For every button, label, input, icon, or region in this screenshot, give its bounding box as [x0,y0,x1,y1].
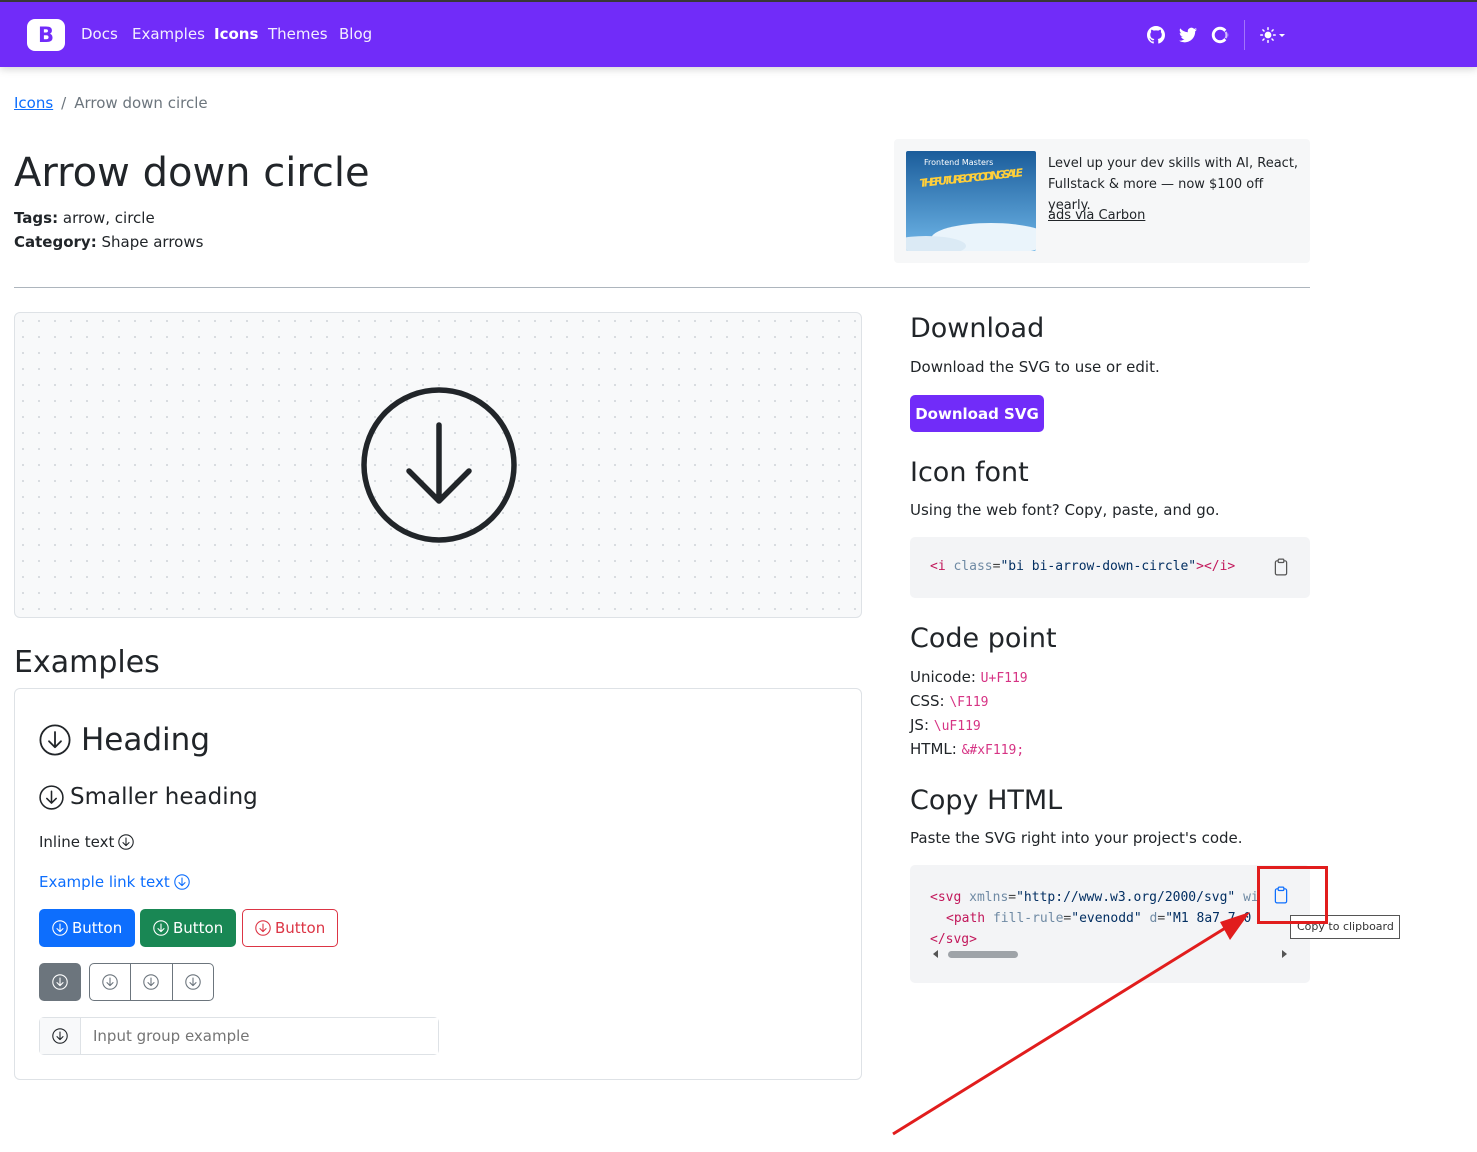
example-smaller-heading-text: Smaller heading [70,784,258,810]
nav-examples[interactable]: Examples [132,25,205,43]
arrow-down-circle-icon [143,974,160,990]
arrow-down-circle-icon [255,920,271,936]
download-text: Download the SVG to use or edit. [910,358,1160,376]
code-point-title: Code point [910,623,1057,654]
bootstrap-logo[interactable]: B [27,19,65,51]
nav-themes[interactable]: Themes [268,25,328,43]
category-value: Shape arrows [101,233,204,251]
examples-title: Examples [14,645,160,680]
input-group-addon [40,1018,81,1054]
code-point-label: HTML: [910,740,957,758]
code-point-label: CSS: [910,692,945,710]
example-primary-button[interactable]: Button [39,909,136,947]
button-group-item[interactable] [173,964,213,1000]
breadcrumb-separator: / [61,94,67,112]
example-smaller-heading: Smaller heading [39,784,258,810]
arrow-down-circle-icon [52,1028,68,1044]
example-danger-button[interactable]: Button [242,909,339,947]
theme-toggle-sun-icon[interactable] [1260,26,1286,44]
code-point-unicode: Unicode: U+F119 [910,668,1028,686]
code-point-value: \uF119 [933,719,981,734]
download-title: Download [910,313,1045,344]
code-attr: class [953,559,993,574]
page-title: Arrow down circle [14,150,370,196]
examples-panel: Heading Smaller heading Inline text Exam… [14,688,862,1080]
arrow-down-circle-icon [174,874,190,890]
example-button-group [89,963,214,1001]
tags-label: Tags: [14,209,59,227]
button-label: Button [173,919,224,937]
example-heading-text: Heading [81,722,210,758]
button-label: Button [72,919,123,937]
example-inline-text-label: Inline text [39,833,115,851]
arrow-down-circle-icon [361,387,517,543]
clipboard-icon[interactable] [1272,557,1290,577]
button-group-item[interactable] [131,964,173,1000]
example-input[interactable] [81,1018,438,1054]
tags-value: arrow, circle [62,209,155,227]
icon-font-code-line: <i class="bi bi-arrow-down-circle"></i> [930,559,1236,574]
arrow-down-circle-icon [39,784,64,810]
nav-blog[interactable]: Blog [339,25,372,43]
ad-image[interactable]: Frontend Masters THE FUTURE OF CODING SA… [906,151,1036,251]
arrow-down-circle-icon [102,974,118,990]
example-icon-button[interactable] [39,963,81,1001]
code-point-css: CSS: \F119 [910,692,989,710]
breadcrumb-current: Arrow down circle [74,94,208,112]
arrow-down-circle-icon [39,724,71,756]
navbar-divider [1244,20,1245,50]
ad-image-brand: Frontend Masters [924,158,993,167]
example-link[interactable]: Example link text [39,873,190,891]
example-link-text[interactable]: Example link text [39,873,170,891]
example-input-group [39,1017,439,1055]
arrow-down-circle-icon [52,974,68,990]
code-point-html: HTML: &#xF119; [910,740,1024,758]
annotation-highlight-box [1257,866,1328,924]
section-divider [14,287,1310,288]
category-label: Category: [14,233,97,251]
code-tag-close: ></i> [1196,559,1236,574]
button-group-item[interactable] [90,964,132,1000]
tags-row: Tags: arrow, circle [14,209,155,227]
github-icon[interactable] [1147,26,1165,44]
code-point-label: Unicode: [910,668,976,686]
scroll-right-arrow-icon[interactable] [1280,950,1288,958]
code-value: "bi bi-arrow-down-circle" [1000,559,1197,574]
breadcrumb-icons-link[interactable]: Icons [14,94,53,112]
ads-via-carbon-link[interactable]: ads via Carbon [1048,208,1145,223]
code-point-js: JS: \uF119 [910,716,981,734]
code-point-label: JS: [910,716,929,734]
ad-text[interactable]: Level up your dev skills with AI, React,… [1048,153,1306,216]
example-heading: Heading [39,722,210,758]
download-svg-button[interactable]: Download SVG [910,395,1044,432]
carbon-ad[interactable]: Frontend Masters THE FUTURE OF CODING SA… [894,139,1310,263]
nav-icons[interactable]: Icons [214,25,258,43]
code-point-value: U+F119 [980,671,1028,686]
button-label: Button [275,919,326,937]
navbar: B Docs Examples Icons Themes Blog [0,2,1477,67]
arrow-down-circle-icon [52,920,68,936]
icon-font-title: Icon font [910,457,1029,488]
copy-html-text: Paste the SVG right into your project's … [910,829,1243,847]
category-row: Category: Shape arrows [14,233,203,251]
nav-docs[interactable]: Docs [81,25,118,43]
icon-font-code: <i class="bi bi-arrow-down-circle"></i> [910,537,1310,598]
arrow-down-circle-icon [185,974,201,990]
example-inline-text: Inline text [39,833,135,851]
arrow-down-circle-icon [153,920,169,936]
annotation-arrow [892,912,1250,1136]
breadcrumb: Icons / Arrow down circle [14,94,208,112]
copy-html-title: Copy HTML [910,785,1063,816]
code-tag: <i [930,559,946,574]
example-success-button[interactable]: Button [140,909,237,947]
twitter-icon[interactable] [1179,26,1197,44]
icon-font-text: Using the web font? Copy, paste, and go. [910,501,1220,519]
opencollective-icon[interactable] [1211,26,1229,44]
icon-preview [14,312,862,618]
code-point-value: &#xF119; [961,743,1025,758]
code-point-value: \F119 [949,695,989,710]
arrow-down-circle-icon [118,834,135,850]
